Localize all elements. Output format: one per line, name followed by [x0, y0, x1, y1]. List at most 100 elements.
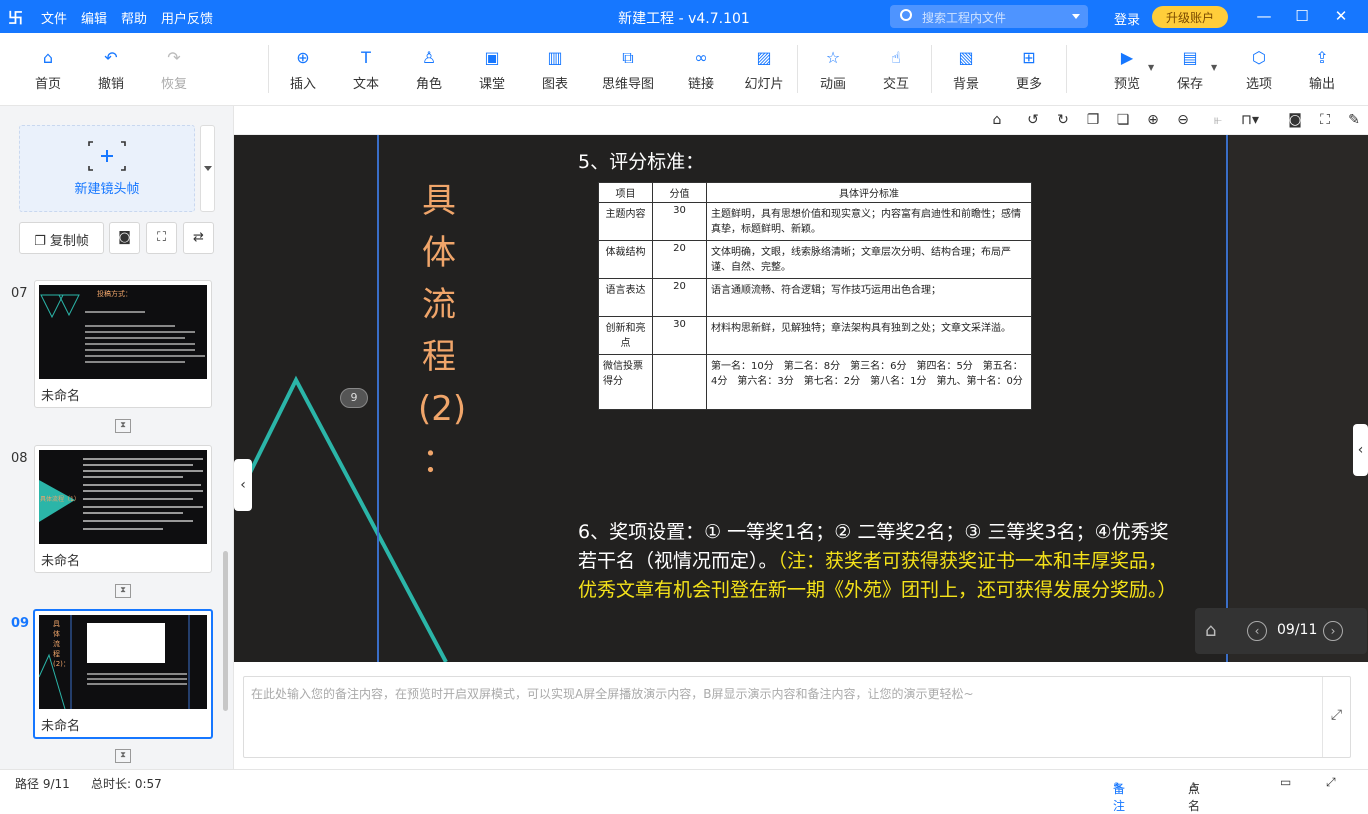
- camera-icon: ◙: [118, 230, 131, 245]
- table-cell: 第一名：10分 第二名：8分 第三名：6分 第四名：5分 第五名：4分 第六名：…: [706, 354, 1032, 410]
- background-label: 背景: [952, 77, 979, 92]
- chevron-left-icon: ‹: [1357, 442, 1364, 458]
- slideshow-label: 幻灯片: [744, 77, 784, 92]
- text-label: 文本: [352, 77, 379, 92]
- copy-frame-button[interactable]: ❐ 复制帧: [19, 222, 104, 254]
- table-cell: [652, 354, 707, 410]
- rotate-right-icon[interactable]: ↻: [1054, 112, 1072, 128]
- maximize-icon[interactable]: ☐: [1292, 7, 1312, 25]
- swap-button[interactable]: ⇄: [183, 222, 214, 254]
- more-button[interactable]: ⊞ 更多: [999, 48, 1059, 92]
- role-button[interactable]: ♙ 角色: [399, 48, 459, 92]
- animation-button[interactable]: ☆ 动画: [803, 48, 863, 92]
- transition-icon[interactable]: ⧗: [115, 419, 131, 433]
- person-icon: ♙: [421, 48, 437, 67]
- zoom-in-icon[interactable]: ⊕: [1144, 112, 1162, 128]
- camera-button[interactable]: ◙: [109, 222, 140, 254]
- chevron-right-icon[interactable]: ›: [1323, 621, 1343, 641]
- slide-preview-graphic: [40, 294, 205, 363]
- menu-help[interactable]: 帮助: [121, 8, 147, 27]
- text-icon: T: [361, 48, 371, 67]
- home-button[interactable]: ⌂ 首页: [18, 48, 78, 92]
- background-button[interactable]: ▧ 背景: [936, 48, 996, 92]
- collapse-sidebar-button[interactable]: ‹: [234, 459, 252, 511]
- interaction-label: 交互: [882, 77, 909, 92]
- screenshot-icon[interactable]: ◙: [1286, 112, 1304, 128]
- home-icon[interactable]: ⌂: [1205, 620, 1216, 641]
- align-icon[interactable]: ⫦: [1209, 112, 1227, 128]
- expand-icon[interactable]: ⤢: [1322, 677, 1350, 757]
- table-row: 微信投票得分 第一名：10分 第二名：8分 第三名：6分 第四名：5分 第五名：…: [598, 354, 1032, 410]
- upgrade-button[interactable]: 升级账户: [1152, 6, 1228, 28]
- role-label: 角色: [415, 77, 442, 92]
- dual-screen-icon[interactable]: ▭: [1280, 775, 1291, 789]
- fullscreen-icon[interactable]: ⤢: [1326, 775, 1336, 790]
- slide-thumbnail-07[interactable]: 投稿方式： 未命名: [34, 280, 212, 408]
- chart-label: 图表: [541, 77, 568, 92]
- slide-thumbnail-08[interactable]: 具体流程（1） 未命名: [34, 445, 212, 573]
- lock-icon[interactable]: ⊓▾: [1241, 112, 1259, 128]
- chevron-down-icon[interactable]: ▼: [1211, 63, 1217, 72]
- notes-toggle-label: 备注: [1113, 782, 1126, 813]
- mindmap-button[interactable]: ⧉ 思维导图: [593, 48, 663, 92]
- classroom-button[interactable]: ▣ 课堂: [462, 48, 522, 92]
- options-button[interactable]: ⬡ 选项: [1229, 48, 1289, 92]
- section-heading-5: 5、评分标准：: [578, 151, 705, 173]
- interaction-button[interactable]: ☝ 交互: [866, 48, 926, 92]
- bar-chart-icon: ▥: [547, 48, 563, 67]
- transition-icon[interactable]: ⧗: [115, 584, 131, 598]
- edit-icon[interactable]: ✎: [1345, 112, 1363, 128]
- table-cell: 材料构思新鲜，见解独特；章法架构具有独到之处；文章文采洋溢。: [706, 316, 1032, 355]
- more-label: 更多: [1015, 77, 1042, 92]
- table-header-row: 项目 分值 具体评分标准: [598, 182, 1032, 203]
- slide-stage: 具 体 流 程 (2) ： 9 5、评分标准： 项目 分值 具体评分标准 主题内…: [234, 135, 1368, 662]
- fit-frame-button[interactable]: ⛶: [146, 222, 177, 254]
- new-frame-icon: [87, 140, 127, 172]
- insert-button[interactable]: ⊕ 插入: [273, 48, 333, 92]
- notes-input[interactable]: 在此处输入您的备注内容，在预览时开启双屏模式，可以实现A屏全屏播放演示内容，B屏…: [243, 676, 1351, 758]
- table-cell: 创新和亮点: [598, 316, 653, 355]
- export-button[interactable]: ⇪ 输出: [1292, 48, 1352, 92]
- chevron-left-icon[interactable]: ‹: [1247, 621, 1267, 641]
- chart-button[interactable]: ▥ 图表: [525, 48, 585, 92]
- minimize-icon[interactable]: —: [1254, 7, 1274, 25]
- redo-button[interactable]: ↷ 恢复: [144, 48, 204, 92]
- undo-button[interactable]: ↶ 撤销: [81, 48, 141, 92]
- crop-icon[interactable]: ⛶: [1316, 112, 1334, 128]
- menu-feedback[interactable]: 用户反馈: [161, 8, 213, 27]
- copy-icon[interactable]: ❐: [1084, 112, 1102, 128]
- menu-edit[interactable]: 编辑: [81, 8, 107, 27]
- mindmap-icon: ⧉: [622, 48, 634, 67]
- rotate-left-icon[interactable]: ↺: [1024, 112, 1042, 128]
- home-view-icon[interactable]: ⌂: [988, 112, 1006, 128]
- table-cell: 主题鲜明，具有思想价值和现实意义；内容富有启迪性和前瞻性；感情真挚，标题鲜明、新…: [706, 202, 1032, 241]
- link-button[interactable]: ∞ 链接: [671, 48, 731, 92]
- expand-panel-button[interactable]: ‹: [1353, 424, 1368, 476]
- new-frame-dropdown[interactable]: [200, 125, 215, 212]
- rollcall-label: 点名: [1188, 782, 1201, 813]
- transition-icon[interactable]: ⧗: [115, 749, 131, 763]
- zoom-out-icon[interactable]: ⊖: [1174, 112, 1192, 128]
- image-icon: ▨: [756, 48, 772, 67]
- plus-circle-icon: ⊕: [296, 48, 310, 67]
- new-frame-button[interactable]: 新建镜头帧: [19, 125, 195, 212]
- text-button[interactable]: T 文本: [336, 48, 396, 92]
- star-icon: ☆: [825, 48, 841, 67]
- toolbar-divider: [931, 45, 932, 93]
- frame-number-badge[interactable]: 9: [340, 388, 368, 408]
- paste-icon[interactable]: ❏: [1114, 112, 1132, 128]
- search-input[interactable]: 搜索工程内文件: [890, 5, 1088, 28]
- chevron-down-icon[interactable]: [1072, 14, 1080, 23]
- mindmap-label: 思维导图: [601, 77, 654, 92]
- play-icon: ▶: [1120, 48, 1134, 67]
- new-frame-label: 新建镜头帧: [74, 182, 140, 197]
- chevron-down-icon[interactable]: ▼: [1148, 63, 1154, 72]
- undo-label: 撤销: [97, 77, 124, 92]
- slide-thumbnail-09[interactable]: 具体流程(2)： 未命名: [33, 609, 213, 739]
- menu-file[interactable]: 文件: [41, 8, 67, 27]
- sidebar-scrollbar[interactable]: [223, 551, 228, 711]
- login-link[interactable]: 登录: [1114, 9, 1140, 28]
- title-bar: 卐 文件 编辑 帮助 用户反馈 新建工程 - v4.7.101 搜索工程内文件 …: [0, 0, 1368, 33]
- close-icon[interactable]: ✕: [1331, 7, 1351, 25]
- slideshow-button[interactable]: ▨ 幻灯片: [734, 48, 794, 92]
